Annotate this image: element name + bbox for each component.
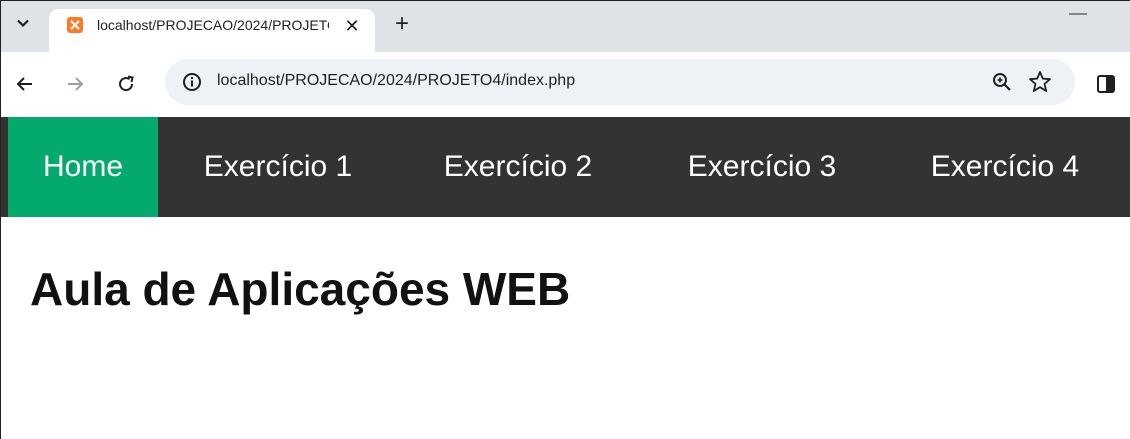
site-navbar: Home Exercício 1 Exercício 2 Exercício 3… (1, 117, 1130, 217)
minimize-icon[interactable] (1069, 13, 1087, 15)
site-info-icon[interactable] (181, 71, 203, 93)
close-icon[interactable]: ✕ (341, 15, 363, 37)
nav-item-home[interactable]: Home (8, 117, 158, 217)
nav-item-exercicio-4[interactable]: Exercício 4 (885, 117, 1125, 217)
new-tab-button[interactable]: + (389, 10, 415, 37)
reload-icon (119, 75, 134, 92)
back-arrow-icon (16, 77, 32, 91)
chevron-down-icon (17, 19, 29, 28)
nav-item-exercicio-3[interactable]: Exercício 3 (640, 117, 884, 217)
browser-toolbar: localhost/PROJECAO/2024/PROJETO4/index.p… (1, 52, 1130, 117)
forward-button[interactable] (63, 72, 87, 96)
xampp-favicon-icon (67, 17, 83, 33)
back-button[interactable] (13, 72, 37, 96)
zoom-icon[interactable] (991, 71, 1013, 93)
browser-tab-strip: localhost/PROJECAO/2024/PROJETO4/index.p… (1, 1, 1130, 53)
side-panel-icon[interactable] (1095, 73, 1117, 95)
nav-item-exercicio-1[interactable]: Exercício 1 (158, 117, 398, 217)
reload-button[interactable] (114, 72, 138, 96)
bookmark-star-icon[interactable] (1027, 69, 1053, 95)
tab-title: localhost/PROJECAO/2024/PROJETO4/index.p… (97, 17, 329, 33)
page-title: Aula de Aplicações WEB (30, 263, 571, 315)
nav-item-exercicio-2[interactable]: Exercício 2 (398, 117, 638, 217)
browser-tab[interactable]: localhost/PROJECAO/2024/PROJETO4/index.p… (49, 9, 375, 53)
address-bar[interactable]: localhost/PROJECAO/2024/PROJETO4/index.p… (165, 59, 1075, 105)
forward-arrow-icon (68, 77, 84, 91)
tab-search-button[interactable] (9, 9, 37, 37)
url-text[interactable]: localhost/PROJECAO/2024/PROJETO4/index.p… (217, 72, 575, 90)
